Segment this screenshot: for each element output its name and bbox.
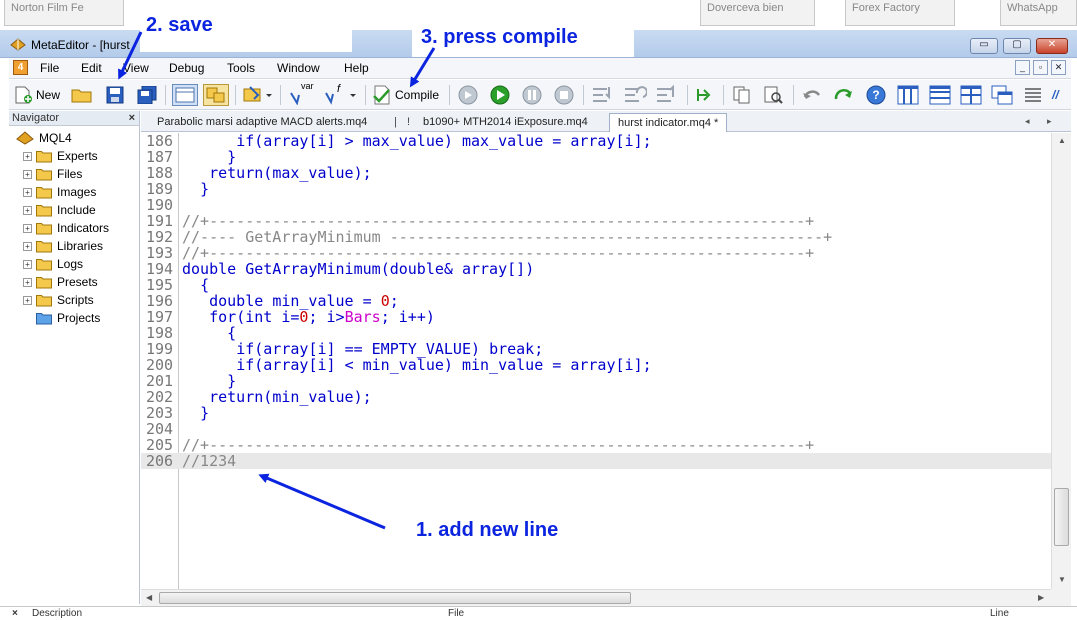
screenshot-root: Norton Film Fe Doverceva bien Forex Fact… bbox=[0, 0, 1077, 620]
annotation-compile: 3. press compile bbox=[421, 26, 578, 48]
annotation-add-line: 1. add new line bbox=[416, 519, 559, 541]
compile-arrow bbox=[409, 47, 436, 88]
save-arrow bbox=[118, 31, 143, 80]
annotation-save: 2. save bbox=[146, 14, 213, 36]
add-line-arrow bbox=[258, 473, 386, 530]
